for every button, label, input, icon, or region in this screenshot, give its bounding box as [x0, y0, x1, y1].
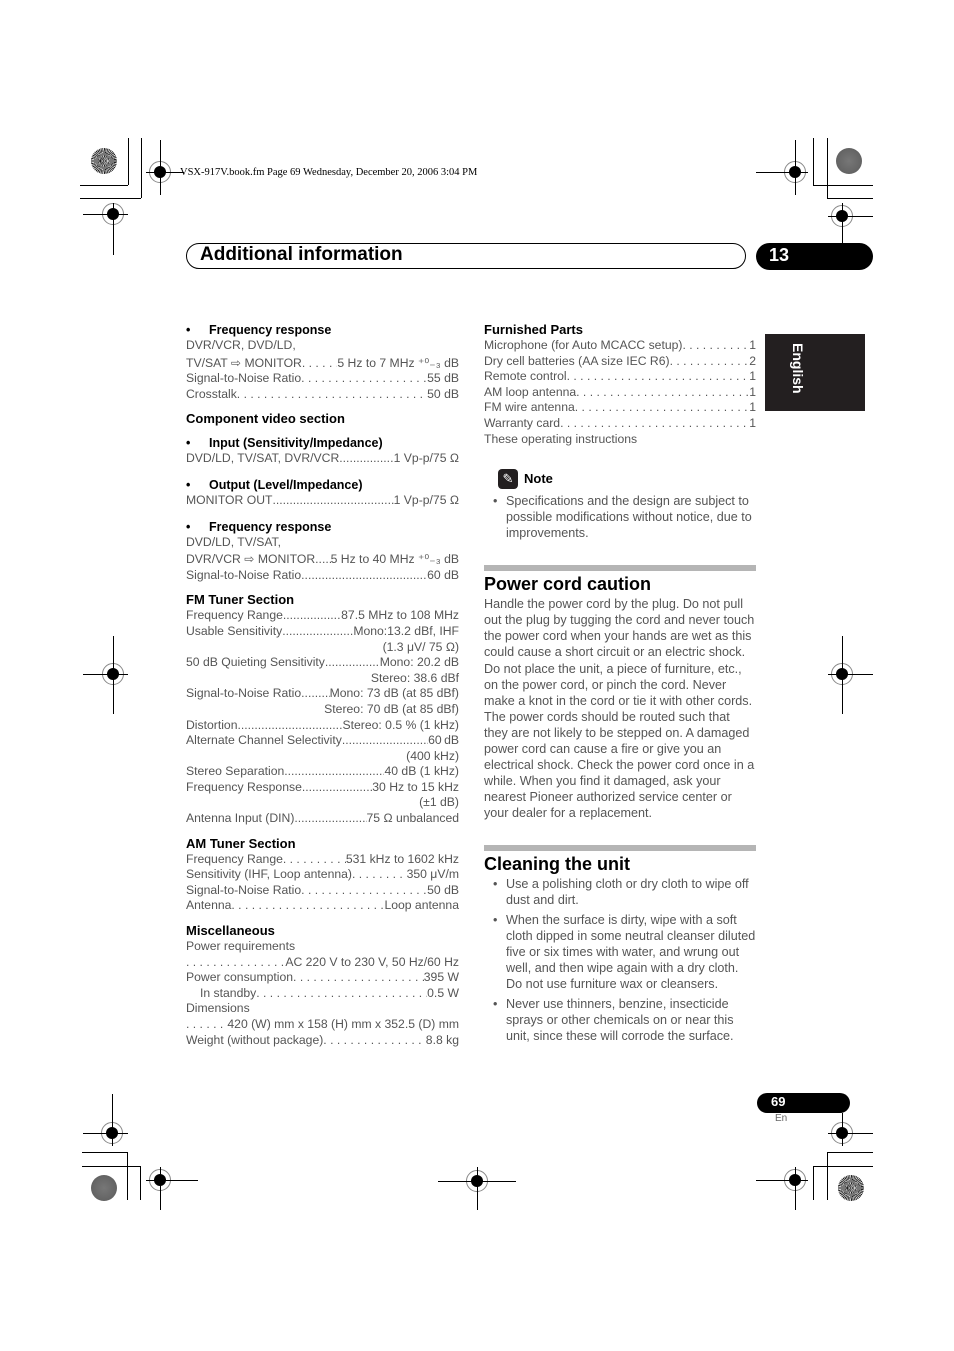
cleaning-list: Use a polishing cloth or dry cloth to wi… — [484, 876, 756, 1044]
radial-target-icon — [836, 148, 862, 174]
note-header: ✎ Note — [484, 469, 756, 490]
spec-row: TV/SAT ⇨ MONITOR5 Hz to 7 MHz ⁺⁰₋₃ dB — [186, 356, 459, 372]
furnished-item: Warranty card 1 — [484, 416, 756, 432]
section-heading-cleaning: Cleaning the unit — [484, 854, 630, 875]
power-cord-text: Handle the power cord by the plug. Do no… — [484, 597, 755, 821]
spec-row: Frequency Range 531 kHz to 1602 kHz — [186, 852, 459, 868]
spec-row: Crosstalk50 dB — [186, 387, 459, 403]
furnished-item: Microphone (for Auto MCACC setup) 1 — [484, 338, 756, 354]
language-tab-label-wrap: English — [790, 343, 810, 403]
spec-row: Weight (without package)8.8 kg — [186, 1033, 459, 1049]
section-heading: FM Tuner Section — [186, 592, 295, 608]
page-language: En — [775, 1113, 788, 1124]
spec-row: MONITOR OUT1 Vp-p/75 Ω — [186, 493, 459, 509]
cleaning-item: Use a polishing cloth or dry cloth to wi… — [484, 876, 756, 908]
furnished-item: Dry cell batteries (AA size IEC R6) 2 — [484, 354, 756, 370]
spec-row-continuation: (1.3 μV/ 75 Ω) — [382, 639, 459, 654]
language-tab-label: English — [790, 343, 806, 394]
note-list: Specifications and the design are subjec… — [484, 493, 756, 541]
section-heading: Furnished Parts — [484, 322, 583, 337]
specs-left-column: • Frequency response DVR/VCR, DVD/LD, TV/… — [186, 322, 459, 1048]
radial-target-icon — [91, 1175, 117, 1201]
spec-row: Frequency Range87.5 MHz to 108 MHz — [186, 608, 459, 624]
spec-row: Sensitivity (IHF, Loop antenna)350 μV/m — [186, 867, 459, 883]
spec-row: Signal-to-Noise Ratio60 dB — [186, 568, 459, 584]
furnished-parts-list: Microphone (for Auto MCACC setup) 1Dry c… — [484, 338, 756, 432]
spec-row: DistortionStereo: 0.5 % (1 kHz) — [186, 718, 459, 734]
spec-row: Alternate Channel Selectivity 60 dB — [186, 733, 459, 749]
right-column: Furnished Parts Microphone (for Auto MCA… — [484, 321, 756, 1048]
bullet-heading: • Frequency response — [186, 519, 332, 534]
spec-row: Power consumption 395 W — [186, 970, 459, 986]
language-tab — [765, 334, 865, 411]
bullet-icon: • — [186, 323, 191, 337]
cleaning-item: Never use thinners, benzine, insecticide… — [484, 996, 756, 1044]
spec-row: 420 (W) mm x 158 (H) mm x 352.5 (D) mm — [186, 1017, 459, 1033]
bullet-icon: • — [186, 436, 191, 451]
cleaning-item: When the surface is dirty, wipe with a s… — [484, 912, 756, 992]
spec-row: Signal-to-Noise Ratio55 dB — [186, 371, 459, 387]
spec-row-continuation: Stereo: 70 dB (at 85 dBf) — [324, 701, 459, 716]
bullet-icon: • — [186, 477, 191, 492]
spec-row-continuation: (400 kHz) — [406, 748, 459, 763]
section-heading: AM Tuner Section — [186, 835, 296, 851]
furnished-item: AM loop antenna 1 — [484, 385, 756, 401]
bullet-icon: • — [186, 519, 191, 534]
furnished-item: Remote control 1 — [484, 369, 756, 385]
bullet-heading: • Frequency response — [186, 323, 332, 337]
spec-row: DVR/VCR ⇨ MONITOR 5 Hz to 40 MHz ⁺⁰₋₃ dB — [186, 552, 459, 568]
bullet-heading: • Input (Sensitivity/Impedance) — [186, 436, 383, 451]
section-heading: Miscellaneous — [186, 923, 275, 939]
spec-row: DVD/LD, TV/SAT, DVR/VCR1 Vp-p/75 Ω — [186, 451, 459, 467]
spec-row: Antenna Loop antenna — [186, 898, 459, 914]
page-title: Additional information — [200, 244, 403, 265]
fm-spec-list: Frequency Range87.5 MHz to 108 MHzUsable… — [186, 608, 459, 826]
spec-row: Frequency Response 30 Hz to 15 kHz — [186, 780, 459, 796]
furnished-item: FM wire antenna 1 — [484, 400, 756, 416]
spec-row: Signal-to-Noise Ratio50 dB — [186, 883, 459, 899]
radial-target-icon — [91, 148, 117, 174]
spec-row-continuation: Stereo: 38.6 dBf — [370, 670, 459, 685]
spec-row: Stereo Separation 40 dB (1 kHz) — [186, 764, 459, 780]
section-divider — [484, 565, 756, 572]
note-item: Specifications and the design are subjec… — [484, 493, 756, 541]
file-info: VSX-917V.book.fm Page 69 Wednesday, Dece… — [180, 167, 478, 178]
bullet-heading: • Output (Level/Impedance) — [186, 477, 363, 492]
furnished-last-item: These operating instructions — [484, 431, 638, 446]
spec-row: Signal-to-Noise RatioMono: 73 dB (at 85 … — [186, 686, 459, 702]
chapter-number: 13 — [769, 245, 790, 265]
spec-row: Antenna Input (DIN) 75 Ω unbalanced — [186, 811, 459, 827]
spec-row-continuation: (±1 dB) — [419, 795, 459, 810]
section-heading: Component video section — [186, 411, 345, 427]
spec-row: 50 dB Quieting SensitivityMono: 20.2 dB — [186, 655, 459, 671]
spec-row: Usable Sensitivity Mono:13.2 dBf, IHF — [186, 624, 459, 640]
section-heading-power-cord: Power cord caution — [484, 574, 652, 595]
radial-target-icon — [838, 1175, 864, 1201]
spec-row: AC 220 V to 230 V, 50 Hz/60 Hz — [186, 955, 459, 971]
section-divider — [484, 845, 756, 852]
page-number: 69 — [771, 1094, 786, 1109]
spec-row: In standby0.5 W — [186, 986, 459, 1002]
pencil-note-icon: ✎ — [498, 469, 518, 490]
